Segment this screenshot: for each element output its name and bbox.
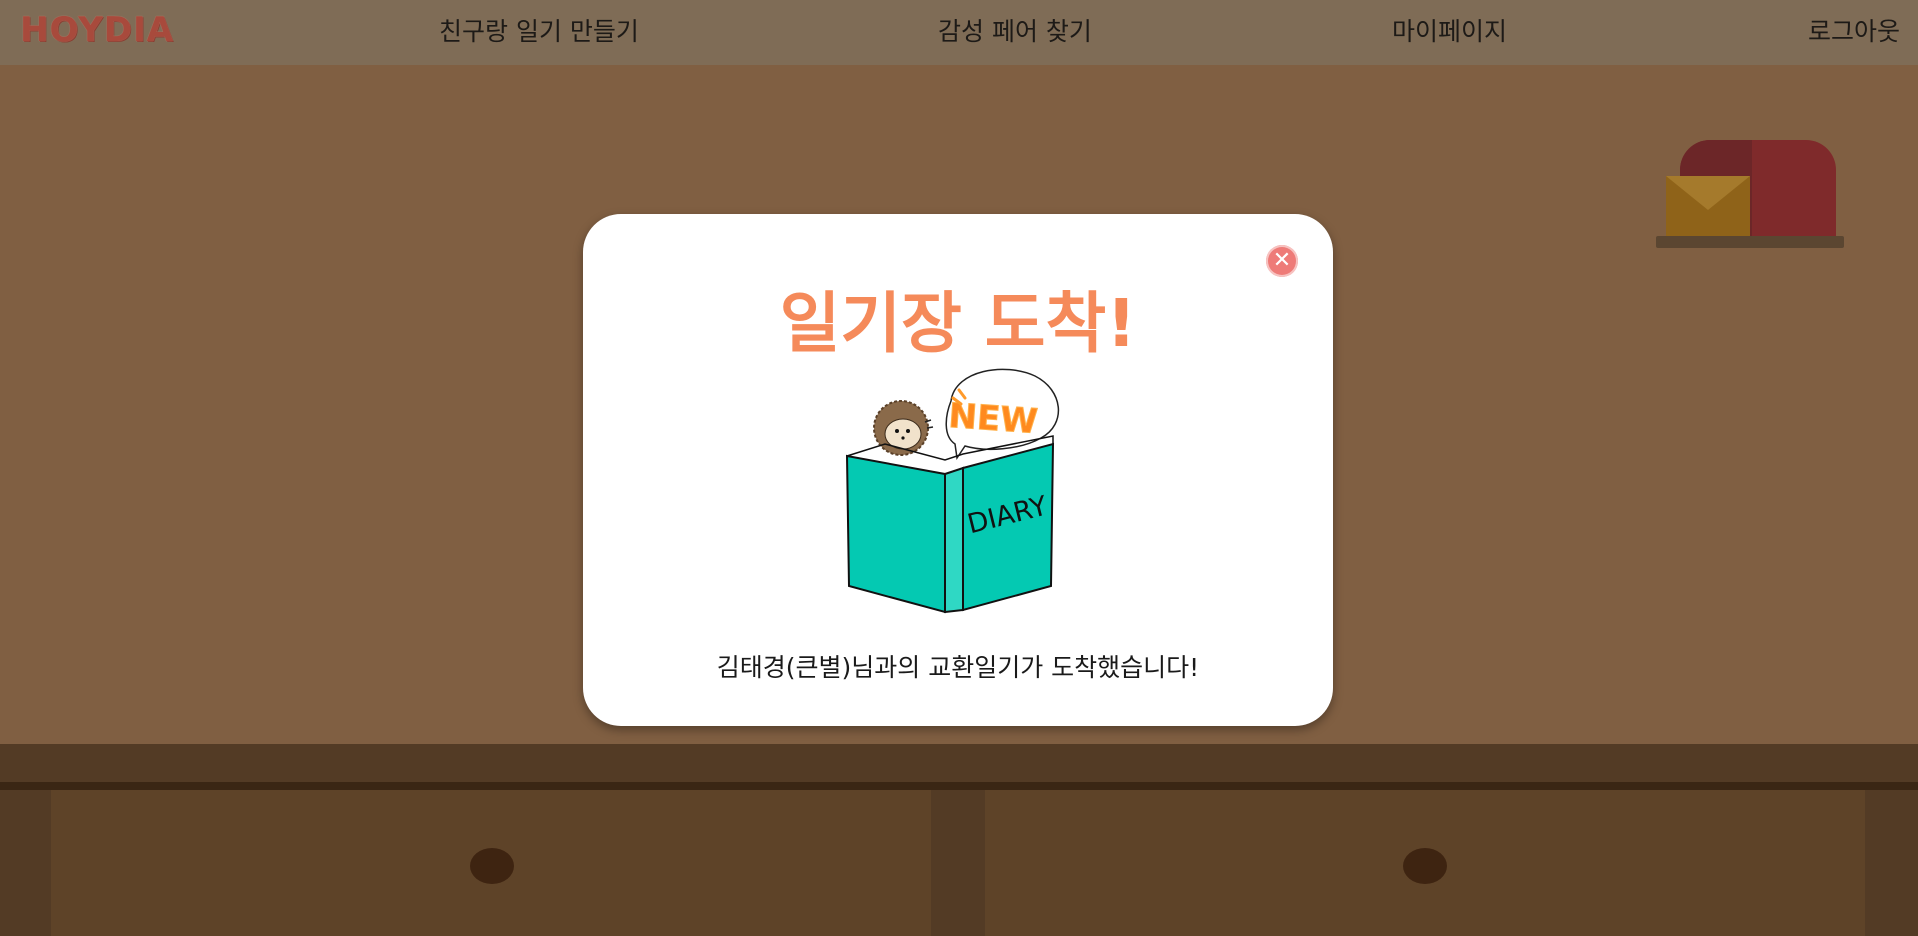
desk-top (0, 744, 1918, 782)
mail-letter-flap (1666, 176, 1750, 210)
nav-logout[interactable]: 로그아웃 (1808, 12, 1900, 48)
nav-find-emotion-pair[interactable]: 감성 페어 찾기 (938, 12, 1092, 48)
nav-my-page[interactable]: 마이페이지 (1392, 12, 1507, 48)
mailbox-base (1656, 236, 1844, 248)
new-diary-illustration: NEW DIARY (845, 368, 1059, 614)
hedgehog-icon (873, 400, 934, 456)
desk-edge (0, 782, 1918, 790)
modal-title: 일기장 도착! (779, 285, 1137, 362)
top-nav-bar: HOYDIA 친구랑 일기 만들기 감성 페어 찾기 마이페이지 로그아웃 (0, 0, 1918, 65)
mailbox-icon[interactable] (1656, 140, 1844, 252)
nav-create-diary-with-friend[interactable]: 친구랑 일기 만들기 (439, 12, 639, 48)
diary-arrival-modal: ✕ 일기장 도착! NEW DIARY 김태경(큰별)님과의 교환일기가 도착했… (583, 214, 1333, 726)
logo[interactable]: HOYDIA (20, 10, 174, 50)
drawer-right[interactable] (985, 790, 1865, 936)
drawer-left[interactable] (51, 790, 931, 936)
arrival-message: 김태경(큰별)님과의 교환일기가 도착했습니다! (716, 653, 1200, 682)
diary-book-icon: DIARY (845, 435, 1055, 614)
drawer-knob (1403, 848, 1447, 884)
drawer-knob (470, 848, 514, 884)
